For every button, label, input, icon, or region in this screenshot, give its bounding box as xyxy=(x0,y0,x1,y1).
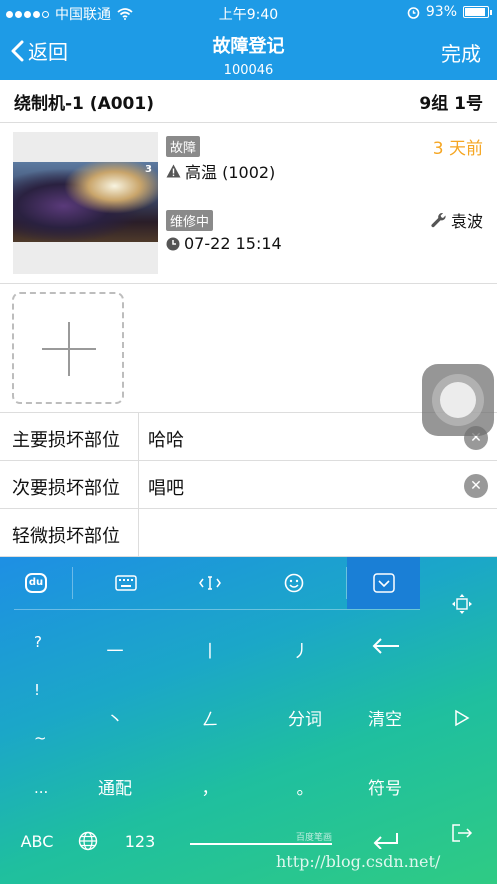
divider xyxy=(14,609,420,610)
secondary-damage-label: 次要损坏部位 xyxy=(12,478,120,499)
smiley-icon xyxy=(284,573,304,593)
abc-key[interactable]: ABC xyxy=(14,832,60,851)
photo-count: 3 xyxy=(145,164,152,175)
major-damage-label: 主要损坏部位 xyxy=(12,430,120,451)
page-title: 故障登记 xyxy=(212,36,285,57)
minor-damage-label: 轻微损坏部位 xyxy=(12,526,120,547)
stroke-zhe-key[interactable]: ㄥ xyxy=(195,705,225,730)
repairer-name: 袁波 xyxy=(450,212,483,231)
comma-key[interactable]: ， xyxy=(195,774,225,799)
symbol-question-key[interactable]: ? xyxy=(34,633,42,651)
major-damage-input[interactable]: 哈哈 xyxy=(148,426,184,452)
enter-icon xyxy=(373,833,398,850)
keyboard-icon xyxy=(115,575,137,591)
exit-keyboard-button[interactable] xyxy=(432,823,492,847)
fault-photo-thumbnail[interactable]: 3 xyxy=(13,132,158,274)
stroke-shu-key[interactable]: 丨 xyxy=(195,637,225,662)
stroke-pie-key[interactable]: 丿 xyxy=(286,637,316,662)
machine-location: 9组 1号 xyxy=(419,93,483,114)
done-button[interactable]: 完成 xyxy=(441,38,481,67)
wildcard-key[interactable]: 通配 xyxy=(90,774,140,799)
add-photo-button[interactable] xyxy=(12,292,124,404)
move-keyboard-button[interactable] xyxy=(432,593,492,619)
clock-icon xyxy=(166,237,180,250)
fault-text: 高温 (1002) xyxy=(185,163,276,182)
repairer: 袁波 xyxy=(431,208,483,232)
secondary-damage-input[interactable]: 唱吧 xyxy=(148,474,184,500)
page-subtitle: 100046 xyxy=(223,63,274,78)
machine-name: 绕制机-1 (A001) xyxy=(14,93,154,114)
keyboard-brand: 百度笔画 xyxy=(296,833,333,843)
fault-card[interactable]: 3 xyxy=(0,123,497,284)
chevron-down-icon xyxy=(372,573,395,593)
move-icon xyxy=(452,594,472,614)
warning-icon xyxy=(166,164,181,178)
form-row-minor-damage[interactable]: 轻微损坏部位 xyxy=(0,509,497,557)
assistive-touch-button[interactable] xyxy=(422,364,494,436)
watermark: http://blog.csdn.net/ xyxy=(276,852,441,871)
symbol-ellipsis-key[interactable]: ... xyxy=(34,779,48,797)
fault-type-tag: 故障 xyxy=(166,136,201,157)
status-right: 93% xyxy=(407,4,492,20)
keyboard-switch-button[interactable] xyxy=(84,557,168,609)
alarm-icon xyxy=(407,6,420,19)
divider xyxy=(138,413,139,461)
baidu-logo-button[interactable]: du xyxy=(0,557,72,609)
collapse-keyboard-button[interactable] xyxy=(347,557,420,609)
exit-icon xyxy=(452,824,473,842)
symbol-key[interactable]: 符号 xyxy=(360,774,410,799)
emoji-button[interactable] xyxy=(252,557,336,609)
report-time: 07-22 15:14 xyxy=(166,234,282,253)
backspace-icon xyxy=(372,638,399,654)
baidu-logo-icon: du xyxy=(25,573,47,593)
cursor-move-button[interactable] xyxy=(168,557,252,609)
play-icon xyxy=(455,709,470,727)
report-time-text: 07-22 15:14 xyxy=(184,234,282,253)
assistive-core xyxy=(440,382,476,418)
stroke-dian-key[interactable]: 丶 xyxy=(100,705,130,730)
play-button[interactable] xyxy=(432,709,492,731)
period-key[interactable]: 。 xyxy=(290,774,320,799)
cursor-icon xyxy=(199,576,221,590)
machine-row: 绕制机-1 (A001) 9组 1号 xyxy=(0,80,497,123)
divider xyxy=(138,461,139,509)
space-key[interactable] xyxy=(190,843,332,845)
keyboard: du ? ! ~ ... 一 丨 丿 丶 ㄥ 分词 清空 通配 ， 。 符号 A… xyxy=(0,557,497,884)
clear-secondary-damage-button[interactable]: ✕ xyxy=(464,474,488,498)
repair-status-tag: 维修中 xyxy=(166,210,214,231)
number-key[interactable]: 123 xyxy=(120,832,160,851)
wrench-icon xyxy=(431,212,446,228)
symbol-tilde-key[interactable]: ~ xyxy=(34,729,47,747)
divider xyxy=(72,567,73,599)
time-ago: 3 天前 xyxy=(432,139,483,159)
divider xyxy=(138,509,139,557)
globe-icon xyxy=(78,831,98,851)
status-bar: 中国联通 上午9:40 93% xyxy=(0,0,497,24)
stroke-heng-key[interactable]: 一 xyxy=(100,637,130,662)
form-row-secondary-damage[interactable]: 次要损坏部位 唱吧 ✕ xyxy=(0,461,497,509)
clear-key[interactable]: 清空 xyxy=(360,705,410,730)
battery-icon xyxy=(463,6,492,18)
fault-photo xyxy=(13,162,158,242)
keyboard-toolbar: du xyxy=(0,557,420,609)
backspace-key[interactable] xyxy=(366,637,406,660)
globe-key[interactable] xyxy=(76,831,100,856)
battery-percent: 93% xyxy=(425,4,457,20)
fenci-key[interactable]: 分词 xyxy=(280,705,330,730)
navigation-header: 中国联通 上午9:40 93% 返回 故障登记 100046 完成 xyxy=(0,0,497,80)
fault-description: 高温 (1002) xyxy=(166,159,275,183)
enter-key[interactable] xyxy=(368,831,404,854)
symbol-exclaim-key[interactable]: ! xyxy=(34,681,40,699)
